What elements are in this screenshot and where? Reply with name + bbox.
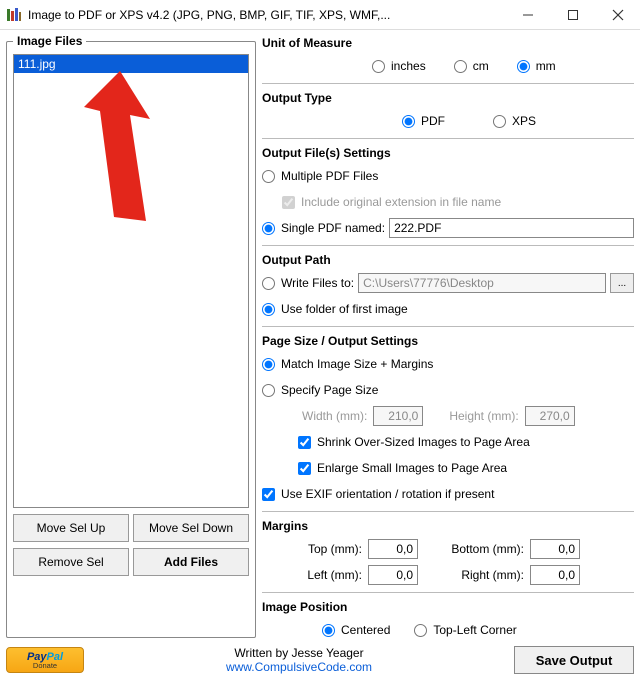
move-sel-up-button[interactable]: Move Sel Up [13, 514, 129, 542]
margin-bottom-label: Bottom (mm): [424, 542, 524, 556]
margin-left-label: Left (mm): [286, 568, 362, 582]
margin-top-label: Top (mm): [286, 542, 362, 556]
unit-cm-radio[interactable]: cm [454, 59, 489, 73]
website-link[interactable]: www.CompulsiveCode.com [92, 660, 506, 674]
margin-right-label: Right (mm): [424, 568, 524, 582]
minimize-button[interactable] [505, 1, 550, 29]
shrink-check[interactable]: Shrink Over-Sized Images to Page Area [298, 435, 530, 449]
save-output-button[interactable]: Save Output [514, 646, 634, 674]
position-centered-radio[interactable]: Centered [322, 623, 390, 637]
width-input [373, 406, 423, 426]
credits: Written by Jesse Yeager www.CompulsiveCo… [92, 646, 506, 674]
image-files-legend: Image Files [13, 34, 86, 48]
margins-legend: Margins [262, 519, 634, 533]
output-pdf-radio[interactable]: PDF [402, 114, 445, 128]
author-label: Written by Jesse Yeager [92, 646, 506, 660]
annotation-arrow-icon [80, 71, 160, 221]
file-list[interactable]: 111.jpg [13, 54, 249, 508]
unit-mm-radio[interactable]: mm [517, 59, 556, 73]
position-topleft-radio[interactable]: Top-Left Corner [414, 623, 516, 637]
add-files-button[interactable]: Add Files [133, 548, 249, 576]
output-xps-radio[interactable]: XPS [493, 114, 536, 128]
multiple-pdf-radio[interactable]: Multiple PDF Files [262, 169, 378, 183]
margin-right-input[interactable] [530, 565, 580, 585]
height-input [525, 406, 575, 426]
list-item[interactable]: 111.jpg [14, 55, 248, 73]
move-sel-down-button[interactable]: Move Sel Down [133, 514, 249, 542]
output-files-legend: Output File(s) Settings [262, 146, 634, 160]
close-button[interactable] [595, 1, 640, 29]
use-exif-check[interactable]: Use EXIF orientation / rotation if prese… [262, 487, 494, 501]
output-type-legend: Output Type [262, 91, 634, 105]
remove-sel-button[interactable]: Remove Sel [13, 548, 129, 576]
margin-top-input[interactable] [368, 539, 418, 559]
image-files-group: Image Files 111.jpg Move Sel Up Move Sel… [6, 34, 256, 638]
match-image-size-radio[interactable]: Match Image Size + Margins [262, 357, 433, 371]
margin-bottom-input[interactable] [530, 539, 580, 559]
single-pdf-name-input[interactable] [389, 218, 634, 238]
paypal-donate-button[interactable]: PayPal Donate [6, 647, 84, 673]
unit-inches-radio[interactable]: inches [372, 59, 426, 73]
height-label: Height (mm): [449, 409, 518, 423]
margin-left-input[interactable] [368, 565, 418, 585]
output-path-input [358, 273, 606, 293]
unit-legend: Unit of Measure [262, 36, 634, 50]
write-files-to-radio[interactable]: Write Files to: [262, 276, 354, 290]
specify-page-size-radio[interactable]: Specify Page Size [262, 383, 378, 397]
single-pdf-radio[interactable]: Single PDF named: [262, 221, 385, 235]
browse-path-button[interactable]: ... [610, 273, 634, 293]
page-size-legend: Page Size / Output Settings [262, 334, 634, 348]
window-title: Image to PDF or XPS v4.2 (JPG, PNG, BMP,… [22, 8, 505, 22]
app-icon [6, 7, 22, 23]
maximize-button[interactable] [550, 1, 595, 29]
include-ext-check: Include original extension in file name [282, 195, 501, 209]
titlebar: Image to PDF or XPS v4.2 (JPG, PNG, BMP,… [0, 0, 640, 30]
image-position-legend: Image Position [262, 600, 634, 614]
width-label: Width (mm): [302, 409, 367, 423]
enlarge-check[interactable]: Enlarge Small Images to Page Area [298, 461, 507, 475]
output-path-legend: Output Path [262, 253, 634, 267]
use-folder-radio[interactable]: Use folder of first image [262, 302, 408, 316]
